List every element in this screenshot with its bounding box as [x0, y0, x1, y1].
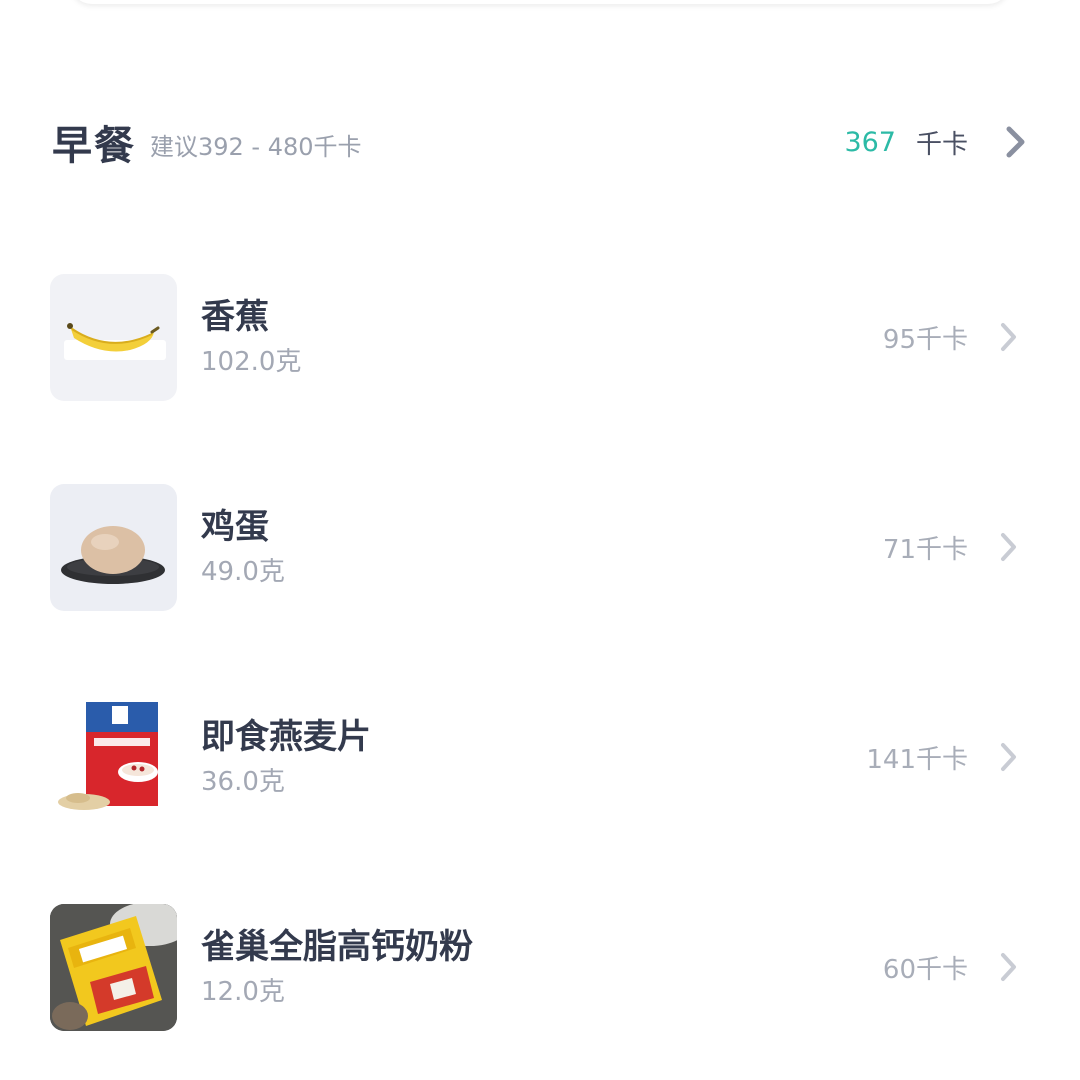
- food-calories: 71千卡: [882, 534, 968, 565]
- egg-photo: [50, 483, 177, 611]
- food-calorie-group: 71千卡: [883, 529, 1020, 566]
- food-calories: 60千卡: [882, 954, 968, 985]
- previous-card-edge: [70, 0, 1010, 4]
- meal-total-calories: 367: [844, 126, 896, 158]
- chevron-right-icon[interactable]: [998, 320, 1020, 354]
- food-info: 即食燕麦片 36.0克: [201, 715, 371, 799]
- food-calorie-group: 95千卡: [883, 319, 1020, 356]
- meal-detail-page: 早餐 建议392 - 480千卡 367 千卡 香蕉 102.0克 95千卡 鸡…: [0, 0, 1080, 1080]
- milk-powder-package-photo: [50, 903, 177, 1031]
- food-info: 雀巢全脂高钙奶粉 12.0克: [201, 925, 473, 1009]
- food-weight: 36.0克: [201, 767, 285, 797]
- food-calorie-group: 141千卡: [866, 739, 1020, 776]
- food-name: 香蕉: [201, 297, 269, 337]
- meal-title: 早餐: [52, 123, 136, 169]
- food-name: 即食燕麦片: [201, 717, 371, 757]
- chevron-right-icon[interactable]: [998, 950, 1020, 984]
- list-item[interactable]: 鸡蛋 49.0克 71千卡: [50, 483, 1020, 611]
- chevron-right-icon[interactable]: [998, 740, 1020, 774]
- food-calorie-group: 60千卡: [883, 949, 1020, 986]
- banana-photo: [50, 273, 177, 401]
- food-info: 鸡蛋 49.0克: [201, 505, 285, 589]
- list-item[interactable]: 即食燕麦片 36.0克 141千卡: [50, 693, 1020, 821]
- food-info: 香蕉 102.0克: [201, 295, 301, 379]
- food-weight: 12.0克: [201, 977, 285, 1007]
- food-name: 雀巢全脂高钙奶粉: [201, 927, 473, 967]
- food-weight: 49.0克: [201, 557, 285, 587]
- food-calories: 95千卡: [882, 324, 968, 355]
- breakfast-header[interactable]: 早餐 建议392 - 480千卡 367 千卡: [52, 112, 1028, 172]
- list-item[interactable]: 香蕉 102.0克 95千卡: [50, 273, 1020, 401]
- food-weight: 102.0克: [201, 347, 302, 377]
- chevron-right-icon[interactable]: [998, 530, 1020, 564]
- chevron-right-icon[interactable]: [1004, 124, 1028, 160]
- oatmeal-package-photo: [50, 693, 177, 821]
- meal-total-group: 367 千卡: [844, 124, 1028, 161]
- meal-suggestion: 建议392 - 480千卡: [150, 132, 362, 161]
- food-name: 鸡蛋: [201, 507, 269, 547]
- food-calories: 141千卡: [866, 744, 968, 775]
- meal-total-unit: 千卡: [915, 129, 968, 160]
- list-item[interactable]: 雀巢全脂高钙奶粉 12.0克 60千卡: [50, 903, 1020, 1031]
